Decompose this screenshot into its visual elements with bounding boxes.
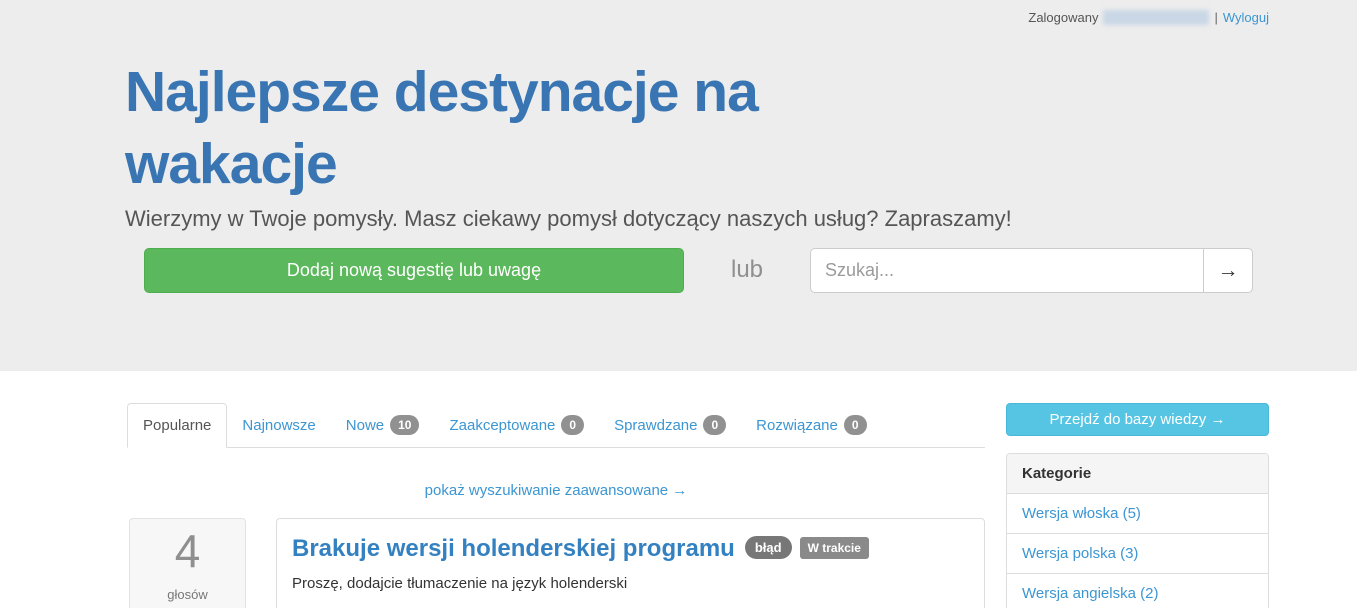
tab-popularne[interactable]: Popularne [127, 403, 228, 448]
category-link-wersja-wloska[interactable]: Wersja włoska (5) [1007, 494, 1268, 534]
suggestion-description: Proszę, dodajcie tłumaczenie na język ho… [292, 575, 628, 593]
page: Zalogowany | Wyloguj Najlepsze destynacj… [0, 0, 1357, 608]
logged-in-label: Zalogowany [1028, 10, 1099, 25]
suggestion-title-row: Brakuje wersji holenderskiej programu błą… [292, 535, 969, 562]
or-label: lub [731, 256, 764, 283]
tab-nowe[interactable]: Nowe 10 [331, 403, 435, 447]
advanced-search-row: pokaż wyszukiwanie zaawansowane → [127, 482, 985, 499]
vote-count-label: głosów [167, 587, 208, 603]
category-link-wersja-polska[interactable]: Wersja polska (3) [1007, 534, 1268, 574]
suggestion-type-badge: błąd [744, 536, 792, 559]
userbar-separator: | [1214, 10, 1218, 25]
tab-sprawdzane-count-badge: 0 [703, 415, 727, 435]
categories-header: Kategorie [1007, 454, 1268, 494]
tab-sprawdzane[interactable]: Sprawdzane 0 [599, 403, 741, 447]
suggestion-status-badge: W trakcie [799, 537, 869, 559]
tab-najnowsze[interactable]: Najnowsze [227, 403, 330, 447]
vote-box[interactable]: 4 głosów [129, 518, 246, 608]
tab-zaakceptowane[interactable]: Zaakceptowane 0 [434, 403, 599, 447]
page-title: Najlepsze destynacje na wakacje [125, 60, 759, 196]
search-submit-button[interactable]: → [1203, 248, 1253, 293]
knowledge-base-button[interactable]: Przejdź do bazy wiedzy → [1006, 403, 1269, 436]
add-suggestion-button[interactable]: Dodaj nową sugestię lub uwagę [144, 248, 684, 293]
categories-panel: Kategorie Wersja włoska (5) Wersja polsk… [1006, 453, 1269, 608]
hero-section: Zalogowany | Wyloguj Najlepsze destynacj… [0, 0, 1357, 371]
page-subtitle: Wierzymy w Twoje pomysły. Masz ciekawy p… [125, 206, 1012, 231]
category-link-wersja-angielska[interactable]: Wersja angielska (2) [1007, 574, 1268, 608]
search-input[interactable] [810, 248, 1204, 293]
tab-rozwiazane-count-badge: 0 [843, 415, 867, 435]
tab-nowe-count-badge: 10 [390, 415, 420, 435]
user-bar: Zalogowany | Wyloguj [1028, 10, 1269, 25]
advanced-search-link[interactable]: pokaż wyszukiwanie zaawansowane → [425, 482, 688, 499]
redacted-username [1103, 10, 1210, 25]
search-group: → [810, 248, 1253, 293]
logout-link[interactable]: Wyloguj [1223, 10, 1269, 25]
vote-count: 4 [174, 525, 201, 577]
tab-rozwiazane[interactable]: Rozwiązane 0 [741, 403, 881, 447]
suggestion-card: Brakuje wersji holenderskiej programu błą… [276, 518, 985, 608]
arrow-right-icon: → [1217, 258, 1239, 282]
suggestion-title-link[interactable]: Brakuje wersji holenderskiej programu [292, 535, 735, 562]
tabs-bar: Popularne Najnowsze Nowe 10 Zaakceptowane… [127, 403, 985, 448]
tab-zaakceptowane-count-badge: 0 [561, 415, 585, 435]
